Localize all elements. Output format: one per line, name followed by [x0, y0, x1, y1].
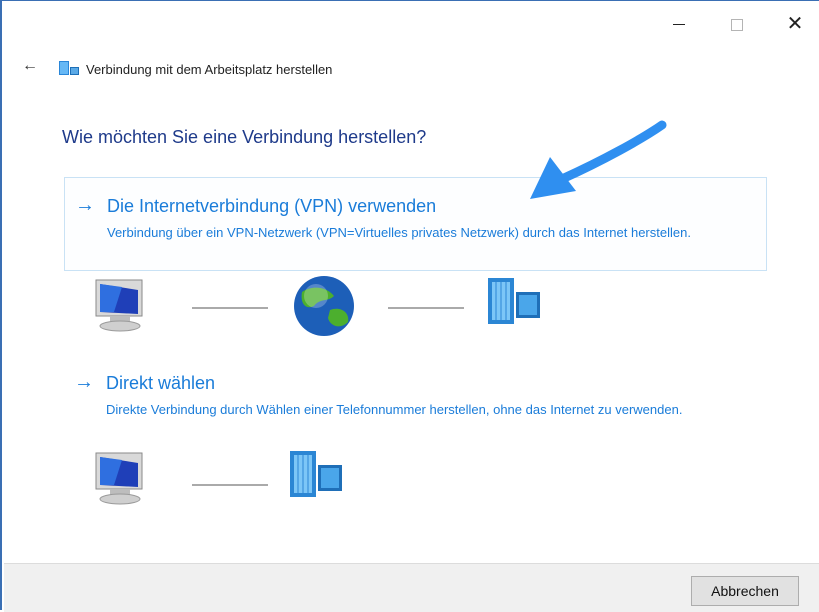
- computer-monitor-icon: [95, 452, 143, 505]
- cancel-button[interactable]: Abbrechen: [691, 576, 799, 606]
- page-heading: Wie möchten Sie eine Verbindung herstell…: [62, 127, 427, 147]
- window-title: Verbindung mit dem Arbeitsplatz herstell…: [86, 62, 333, 77]
- arrow-right-icon: →: [74, 371, 94, 393]
- dialog-window: ✕ ← Verbindung mit dem Arbeitsplatz hers…: [0, 0, 819, 612]
- globe-icon: [294, 276, 354, 336]
- server-icon: [290, 451, 342, 497]
- minimize-icon: [673, 24, 685, 26]
- minimize-button[interactable]: [656, 9, 702, 39]
- option-vpn[interactable]: → Die Internetverbindung (VPN) verwenden…: [64, 177, 767, 271]
- maximize-button[interactable]: [714, 9, 760, 39]
- computer-monitor-icon: [95, 279, 143, 332]
- close-button[interactable]: ✕: [772, 9, 818, 39]
- back-button[interactable]: ←: [22, 57, 38, 75]
- option-vpn-description: Verbindung über ein VPN-Netzwerk (VPN=Vi…: [107, 225, 691, 240]
- option-direct-dial-description: Direkte Verbindung durch Wählen einer Te…: [106, 402, 683, 417]
- arrow-right-icon: →: [75, 194, 95, 216]
- maximize-icon: [731, 18, 743, 31]
- server-icon: [488, 278, 540, 324]
- option-vpn-title: Die Internetverbindung (VPN) verwenden: [107, 196, 437, 216]
- vpn-illustration: [95, 276, 540, 336]
- option-direct-dial-title: Direkt wählen: [106, 373, 216, 393]
- direct-dial-illustration: [95, 451, 342, 505]
- option-direct-dial[interactable]: → Direkt wählen Direkte Verbindung durch…: [64, 363, 767, 441]
- network-connection-icon: [59, 61, 79, 75]
